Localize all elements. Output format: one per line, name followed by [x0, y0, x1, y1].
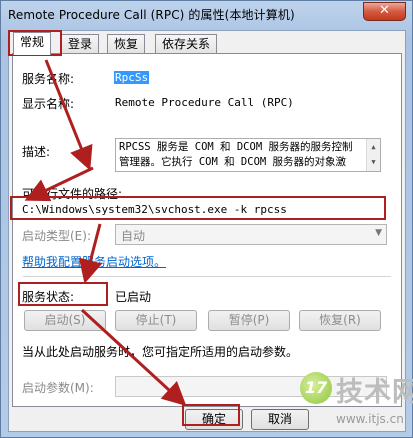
dropdown-arrow-icon: ▼: [375, 228, 382, 238]
service-name-value[interactable]: RpcSs: [114, 71, 150, 84]
divider: [23, 276, 391, 277]
dialog-content: 常规 登录 恢复 依存关系 服务名称: RpcSs 显示名称: Remote P…: [8, 30, 406, 432]
tab-dependencies[interactable]: 依存关系: [155, 34, 218, 54]
title-bar[interactable]: Remote Procedure Call (RPC) 的属性(本地计算机) ✕: [1, 1, 412, 28]
service-status-value: 已启动: [115, 290, 152, 304]
startup-type-value: 自动: [121, 229, 146, 243]
tab-general[interactable]: 常规: [13, 32, 52, 55]
description-line-1: RPCSS 服务是 COM 和 DCOM 服务器的服务控制: [119, 141, 353, 153]
display-name-value[interactable]: Remote Procedure Call (RPC): [115, 96, 294, 109]
exe-path-value[interactable]: C:\Windows\system32\svchost.exe -k rpcss: [22, 203, 287, 216]
service-name-label: 服务名称:: [22, 72, 75, 86]
service-status-label: 服务状态:: [22, 290, 75, 304]
tab-recovery[interactable]: 恢复: [107, 34, 146, 54]
pause-button[interactable]: 暂停(P): [208, 310, 290, 331]
description-scrollbar[interactable]: ▲ ▼: [366, 139, 380, 171]
scroll-up-icon[interactable]: ▲: [369, 140, 378, 155]
exe-path-label: 可执行文件的路径:: [22, 187, 123, 201]
startup-type-select[interactable]: 自动 ▼: [115, 224, 387, 245]
resume-button[interactable]: 恢复(R): [299, 310, 381, 331]
properties-dialog: Remote Procedure Call (RPC) 的属性(本地计算机) ✕…: [0, 0, 413, 438]
startup-type-label: 启动类型(E):: [22, 229, 91, 243]
start-button[interactable]: 启动(S): [24, 310, 106, 331]
start-params-input[interactable]: [115, 376, 387, 397]
general-panel: 服务名称: RpcSs 显示名称: Remote Procedure Call …: [12, 53, 402, 407]
ok-button[interactable]: 确定: [185, 409, 243, 430]
start-params-note: 当从此处启动服务时，您可指定所适用的启动参数。: [22, 345, 299, 359]
display-name-label: 显示名称:: [22, 97, 75, 111]
cancel-button[interactable]: 取消: [251, 409, 309, 430]
window-title: Remote Procedure Call (RPC) 的属性(本地计算机): [8, 8, 295, 22]
description-label: 描述:: [22, 145, 51, 159]
tab-logon[interactable]: 登录: [61, 34, 100, 54]
scroll-down-icon[interactable]: ▼: [369, 155, 378, 170]
stop-button[interactable]: 停止(T): [115, 310, 197, 331]
start-params-label: 启动参数(M):: [22, 381, 94, 395]
help-configure-link[interactable]: 帮助我配置服务启动选项。: [22, 253, 166, 270]
tab-strip: 常规 登录 恢复 依存关系: [9, 31, 405, 55]
description-line-2: 管理器。它执行 COM 和 DCOM 服务器的对象激: [119, 156, 347, 168]
service-name-text: RpcSs: [114, 71, 150, 84]
description-box[interactable]: RPCSS 服务是 COM 和 DCOM 服务器的服务控制 管理器。它执行 CO…: [115, 138, 381, 172]
close-button[interactable]: ✕: [363, 2, 406, 21]
